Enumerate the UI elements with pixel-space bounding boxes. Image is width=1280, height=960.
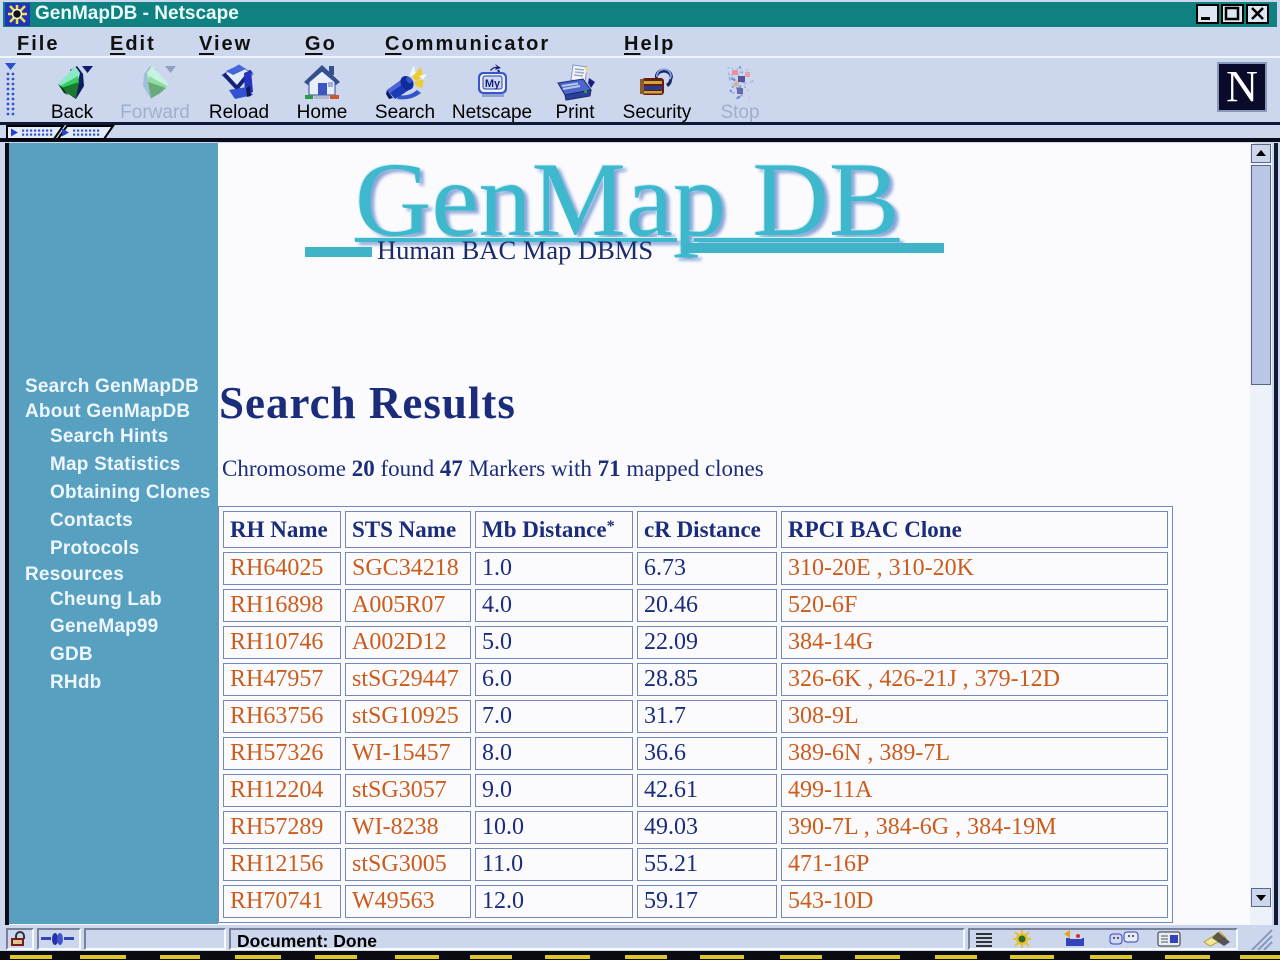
- svg-text:My: My: [485, 78, 501, 90]
